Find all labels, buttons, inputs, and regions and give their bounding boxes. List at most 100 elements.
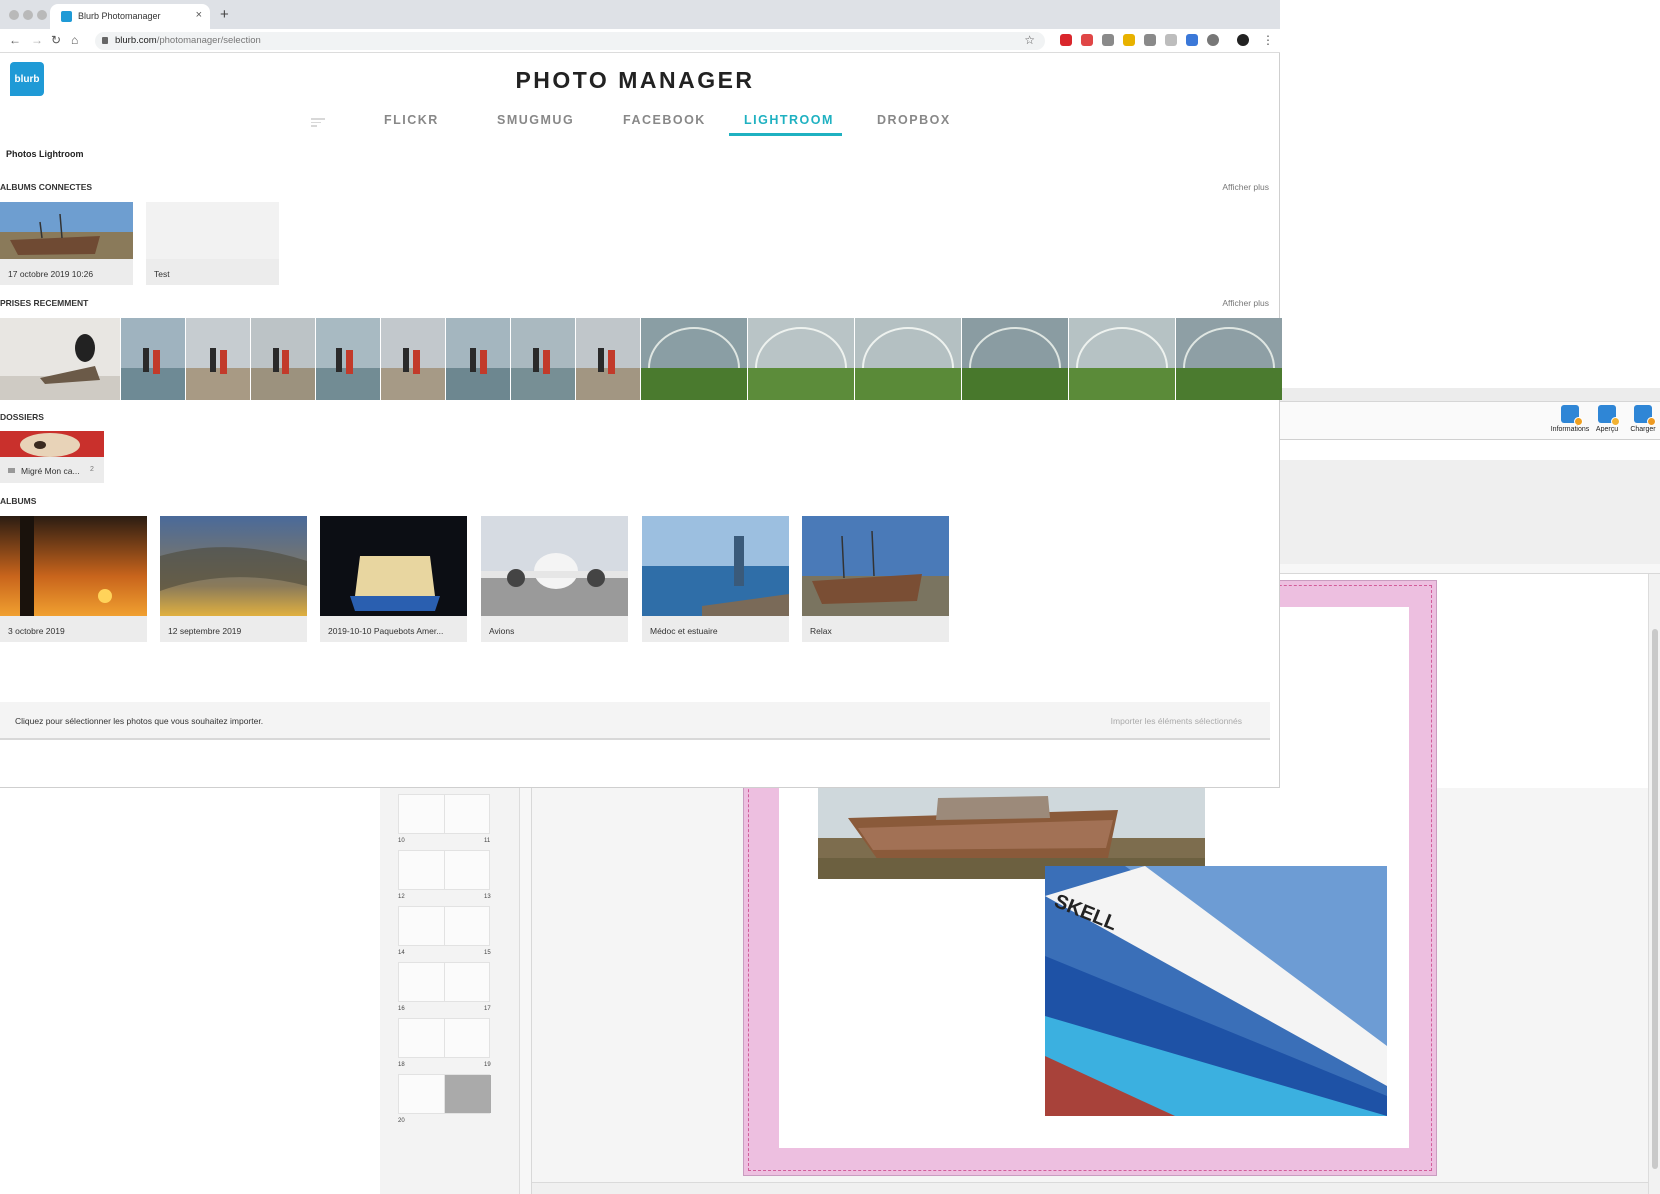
list-icon[interactable]	[311, 118, 325, 128]
extension-icon[interactable]	[1123, 34, 1135, 46]
connected-album-card[interactable]: Test Test	[146, 202, 279, 285]
profile-avatar[interactable]	[1237, 34, 1249, 46]
tab-flickr[interactable]: FLICKR	[384, 113, 439, 127]
active-tab-indicator	[729, 133, 842, 136]
forward-icon[interactable]: →	[31, 33, 43, 47]
page-thumb-14-15[interactable]	[398, 906, 490, 946]
close-tab-icon[interactable]: ×	[196, 9, 202, 21]
show-more-recent-link[interactable]: Afficher plus	[1222, 298, 1269, 308]
folder-card[interactable]: Migré Mon ca... 2	[0, 431, 104, 483]
tab-strip: Blurb Photomanager × +	[0, 0, 1280, 29]
minimize-window-button[interactable]	[23, 10, 33, 20]
breadcrumb: Photos Lightroom	[6, 149, 84, 159]
album-thumbnail	[0, 516, 147, 616]
recent-photo[interactable]	[511, 318, 575, 400]
charger-label: Charger	[1630, 426, 1656, 433]
extension-icon[interactable]	[1060, 34, 1072, 46]
section-heading-recent: PRISES RECEMMENT	[0, 298, 89, 308]
album-thumbnail	[320, 516, 467, 616]
folder-thumbnail	[0, 431, 104, 457]
ship-photo[interactable]: SKELL	[1045, 866, 1387, 1116]
section-heading-folders: DOSSIERS	[0, 412, 44, 422]
selection-footer: Cliquez pour sélectionner les photos que…	[0, 702, 1270, 740]
folder-count: 2	[90, 466, 94, 473]
recent-photo[interactable]	[576, 318, 640, 400]
editor-toolbar: Informations Aperçu Charger	[1280, 402, 1660, 440]
recent-photo[interactable]	[1069, 318, 1175, 400]
scrollbar-thumb[interactable]	[1652, 629, 1658, 1169]
address-bar[interactable]: blurb.com/photomanager/selection ☆	[95, 32, 1045, 50]
apercu-button[interactable]: Aperçu	[1587, 402, 1627, 440]
back-icon[interactable]: ←	[9, 33, 21, 47]
menu-kebab-icon[interactable]: ⋮	[1262, 33, 1274, 47]
selection-hint: Cliquez pour sélectionner les photos que…	[15, 716, 264, 726]
toolbar: ← → ↻ ⌂ blurb.com/photomanager/selection…	[0, 29, 1280, 53]
album-thumbnail	[0, 202, 133, 259]
lock-icon	[102, 37, 108, 44]
page-number: 17	[484, 1006, 491, 1012]
album-card[interactable]: 12 septembre 2019	[160, 516, 307, 642]
tab-lightroom[interactable]: LIGHTROOM	[744, 113, 834, 127]
recent-photo[interactable]	[186, 318, 250, 400]
page-number: 20	[398, 1118, 405, 1124]
connected-album-card[interactable]: 17 octobre 2019 10:26	[0, 202, 133, 285]
import-selected-button[interactable]: Importer les éléments sélectionnés	[1111, 716, 1242, 726]
recent-photo[interactable]	[748, 318, 854, 400]
vertical-ruler	[520, 788, 532, 1194]
informations-label: Informations	[1550, 426, 1590, 433]
recent-photo[interactable]	[855, 318, 961, 400]
extension-icon[interactable]	[1207, 34, 1219, 46]
page-number: 16	[398, 1006, 405, 1012]
upload-icon	[1634, 405, 1656, 426]
browser-tab[interactable]: Blurb Photomanager ×	[50, 4, 210, 29]
recent-photo[interactable]	[1176, 318, 1282, 400]
album-card[interactable]: 3 octobre 2019	[0, 516, 147, 642]
page-thumb-20[interactable]	[398, 1074, 491, 1114]
tab-dropbox[interactable]: DROPBOX	[877, 113, 951, 127]
album-caption: Avions	[489, 626, 515, 636]
recent-photo[interactable]	[381, 318, 445, 400]
tab-smugmug[interactable]: SMUGMUG	[497, 113, 574, 127]
close-window-button[interactable]	[9, 10, 19, 20]
editor-scrollbar[interactable]	[1648, 574, 1660, 1194]
album-card[interactable]: 2019-10-10 Paquebots Amer...	[320, 516, 467, 642]
page-thumb-18-19[interactable]	[398, 1018, 490, 1058]
maximize-window-button[interactable]	[37, 10, 47, 20]
extension-icon[interactable]	[1165, 34, 1177, 46]
recent-photo[interactable]	[121, 318, 185, 400]
album-caption: Test	[154, 269, 170, 279]
extension-icon[interactable]	[1144, 34, 1156, 46]
album-caption: 12 septembre 2019	[168, 626, 242, 636]
recent-photo[interactable]	[0, 318, 120, 400]
folder-name: Migré Mon ca...	[21, 466, 80, 476]
page-number: 15	[484, 950, 491, 956]
album-card[interactable]: Médoc et estuaire	[642, 516, 789, 642]
tab-facebook[interactable]: FACEBOOK	[623, 113, 706, 127]
album-thumbnail	[160, 516, 307, 616]
home-icon[interactable]: ⌂	[71, 33, 78, 47]
album-card[interactable]: Avions	[481, 516, 628, 642]
page-thumb-10-11[interactable]	[398, 794, 490, 834]
extension-icon[interactable]	[1102, 34, 1114, 46]
page-number: 19	[484, 1062, 491, 1068]
recent-photo[interactable]	[446, 318, 510, 400]
album-thumbnail	[642, 516, 789, 616]
recent-photo[interactable]	[251, 318, 315, 400]
recent-photo[interactable]	[962, 318, 1068, 400]
charger-button[interactable]: Charger	[1623, 402, 1660, 440]
recent-photo[interactable]	[316, 318, 380, 400]
reload-icon[interactable]: ↻	[51, 33, 61, 47]
link-extension-icon[interactable]	[1186, 34, 1198, 46]
new-tab-button[interactable]: +	[220, 6, 229, 23]
recent-photos-strip	[0, 318, 1282, 400]
informations-button[interactable]: Informations	[1550, 402, 1590, 440]
page-thumb-12-13[interactable]	[398, 850, 490, 890]
album-thumbnail	[802, 516, 949, 616]
extension-icon[interactable]	[1081, 34, 1093, 46]
bookmark-star-icon[interactable]: ☆	[1024, 33, 1035, 47]
album-card[interactable]: Relax	[802, 516, 949, 642]
horizontal-ruler	[1280, 564, 1660, 574]
recent-photo[interactable]	[641, 318, 747, 400]
page-thumb-16-17[interactable]	[398, 962, 490, 1002]
show-more-connected-link[interactable]: Afficher plus	[1222, 182, 1269, 192]
